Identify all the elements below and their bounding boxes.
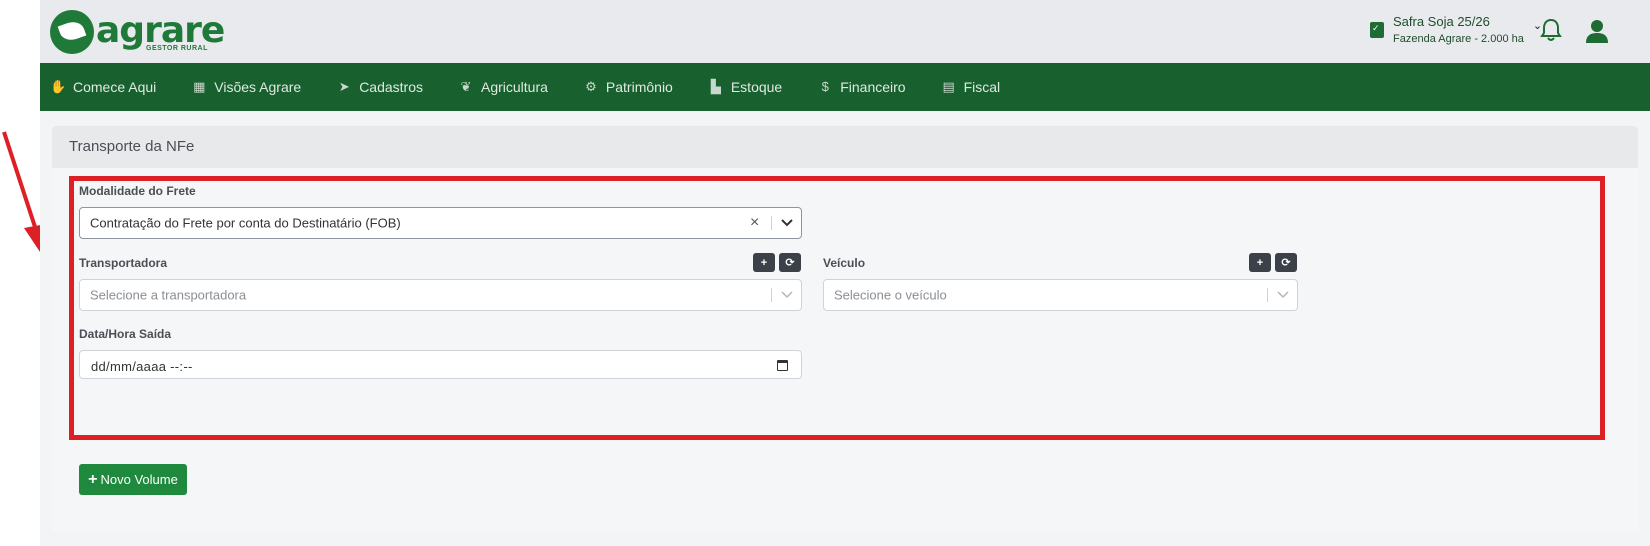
data-hora-value: dd/mm/aaaa --:--: [91, 359, 193, 374]
veiculo-placeholder: Selecione o veículo: [834, 287, 947, 303]
safra-selector[interactable]: Safra Soja 25/26 Fazenda Agrare - 2.000 …: [1370, 14, 1542, 45]
chevron-down-icon[interactable]: [1277, 291, 1289, 299]
novo-volume-label: Novo Volume: [100, 472, 178, 487]
logo-word: agrare: [96, 9, 225, 51]
nav-item-agricultura[interactable]: ❦ Agricultura: [458, 79, 548, 95]
app: agrare GESTOR RURAL Safra Soja 25/26 Faz…: [40, 0, 1650, 546]
truck-icon: ➤: [338, 79, 350, 94]
transportadora-select[interactable]: Selecione a transportadora: [79, 279, 802, 311]
agrare-logo[interactable]: agrare GESTOR RURAL: [50, 8, 225, 56]
nav-item-patrimonio[interactable]: ⚙ Patrimônio: [583, 79, 673, 95]
select-separator: [771, 288, 772, 302]
data-hora-input[interactable]: dd/mm/aaaa --:--: [79, 350, 802, 379]
calendar-icon[interactable]: [777, 360, 788, 371]
nav-item-label: Estoque: [730, 79, 783, 95]
nav-item-label: Comece Aqui: [73, 79, 157, 95]
invoice-icon: ▤: [942, 79, 955, 94]
nav-item-visoes-agrare[interactable]: ▦ Visões Agrare: [191, 79, 301, 95]
nav-item-cadastros[interactable]: ➤ Cadastros: [336, 79, 423, 95]
card-title: Transporte da NFe: [69, 138, 195, 155]
logo-subtitle: GESTOR RURAL: [146, 44, 208, 52]
veiculo-select[interactable]: Selecione o veículo: [823, 279, 1298, 311]
handshake-icon: ✋: [50, 79, 67, 94]
leaf-icon: ❦: [460, 79, 472, 94]
hand-money-icon: $: [821, 79, 829, 94]
tractor-icon: ⚙: [585, 79, 597, 94]
transportadora-placeholder: Selecione a transportadora: [90, 287, 247, 303]
veiculo-label: Veículo: [823, 256, 866, 270]
nav-item-fiscal[interactable]: ▤ Fiscal: [941, 79, 1001, 95]
select-separator: [1267, 288, 1268, 302]
nav-item-comece-aqui[interactable]: ✋ Comece Aqui: [50, 79, 156, 95]
main-nav: ✋ Comece Aqui ▦ Visões Agrare ➤ Cadastro…: [40, 63, 1650, 111]
nav-item-label: Cadastros: [359, 79, 423, 95]
data-hora-label: Data/Hora Saída: [79, 327, 172, 341]
nav-item-label: Agricultura: [481, 79, 548, 95]
nav-item-financeiro[interactable]: $ Financeiro: [817, 79, 906, 95]
safra-name: Safra Soja 25/26: [1393, 14, 1490, 29]
select-separator: [771, 216, 772, 230]
transporte-card: Transporte da NFe Modalidade do Frete Co…: [52, 126, 1638, 531]
user-avatar-icon[interactable]: [1585, 18, 1609, 44]
refresh-transportadora-button[interactable]: ⟳: [779, 253, 801, 272]
nav-item-estoque[interactable]: ▙ Estoque: [708, 79, 782, 95]
add-transportadora-button[interactable]: +: [753, 253, 775, 272]
novo-volume-button[interactable]: + Novo Volume: [79, 464, 187, 495]
bell-icon[interactable]: [1540, 18, 1562, 42]
modalidade-select[interactable]: Contratação do Frete por conta do Destin…: [79, 207, 802, 239]
leaf-logo-icon: [50, 10, 94, 54]
dashboard-icon: ▦: [193, 79, 206, 94]
modalidade-label: Modalidade do Frete: [79, 184, 196, 198]
nav-item-label: Fiscal: [963, 79, 1001, 95]
card-header: Transporte da NFe: [52, 126, 1638, 168]
boxes-icon: ▙: [710, 79, 721, 94]
transportadora-label: Transportadora: [79, 256, 168, 270]
farm-name: Fazenda Agrare - 2.000 ha: [1393, 33, 1524, 45]
clear-icon[interactable]: ×: [750, 214, 759, 232]
chevron-down-icon[interactable]: [781, 219, 793, 227]
refresh-veiculo-button[interactable]: ⟳: [1275, 253, 1297, 272]
nav-item-label: Patrimônio: [605, 79, 673, 95]
plus-icon: +: [88, 470, 98, 488]
calendar-check-icon: [1370, 21, 1384, 38]
modalidade-value: Contratação do Frete por conta do Destin…: [90, 215, 401, 231]
chevron-down-icon[interactable]: [781, 291, 793, 299]
top-header: agrare GESTOR RURAL Safra Soja 25/26 Faz…: [40, 0, 1650, 63]
add-veiculo-button[interactable]: +: [1249, 253, 1271, 272]
nav-item-label: Visões Agrare: [214, 79, 302, 95]
nav-item-label: Financeiro: [840, 79, 906, 95]
